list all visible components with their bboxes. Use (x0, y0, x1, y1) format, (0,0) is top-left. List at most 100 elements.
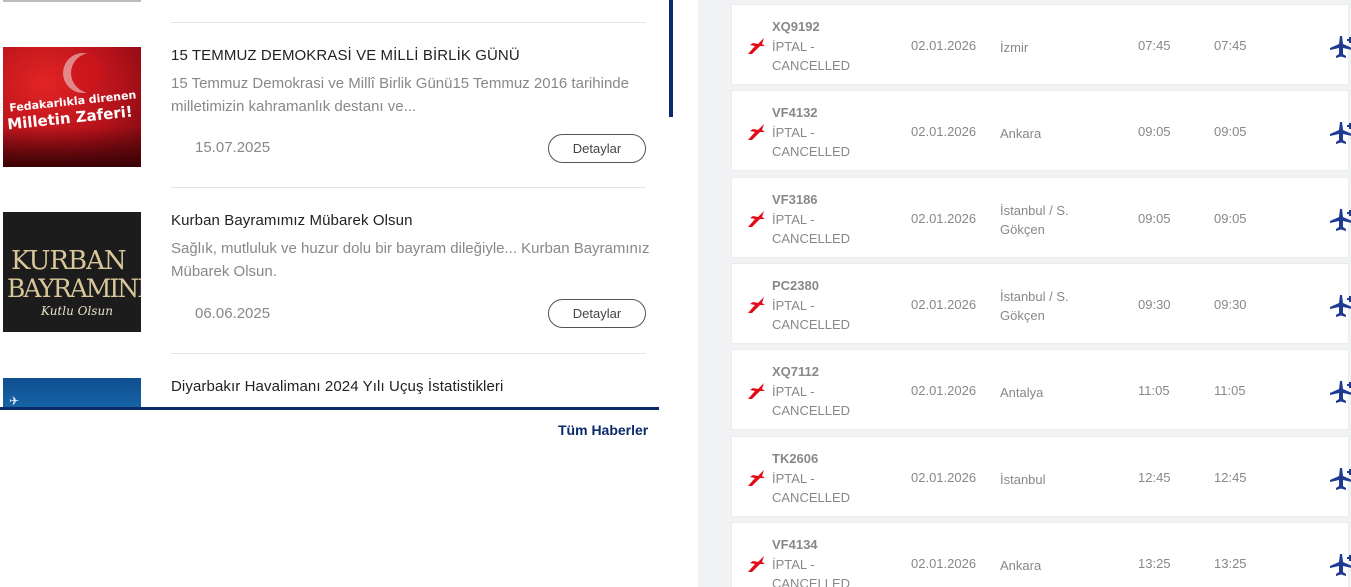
flight-row[interactable]: TK2606 İPTAL - CANCELLED 02.01.2026 İsta… (731, 436, 1351, 517)
thumbnail-caption-line3: Kutlu Olsun (41, 304, 113, 318)
flight-scheduled-time: 09:05 (1138, 124, 1171, 139)
news-separator (171, 187, 646, 188)
flight-status-en: CANCELLED (772, 317, 851, 332)
flight-code: XQ7112 (772, 364, 819, 379)
flag-crescent-graphic (63, 53, 103, 93)
flight-scheduled-time: 09:05 (1138, 211, 1171, 226)
thumbnail-caption-line2: BAYRAMINIZ (7, 274, 141, 303)
flight-city: Ankara (1000, 124, 1090, 143)
flight-scheduled-time: 12:45 (1138, 470, 1171, 485)
news-title[interactable]: Diyarbakır Havalimanı 2024 Yılı Uçuş İst… (171, 378, 503, 395)
flight-scheduled-time: 07:45 (1138, 38, 1171, 53)
flight-date: 02.01.2026 (911, 556, 977, 571)
news-excerpt: 15 Temmuz Demokrasi ve Millî Birlik Günü… (171, 75, 629, 115)
news-thumbnail[interactable]: KURBAN BAYRAMINIZ Kutlu Olsun (3, 212, 141, 332)
airline-tail-logo-icon (748, 383, 765, 399)
flight-status-tr: İPTAL - (772, 557, 815, 572)
flight-status-tr: İPTAL - (772, 39, 815, 54)
flight-city-line1: İstanbul (1000, 472, 1046, 487)
flight-row[interactable]: XQ7112 İPTAL - CANCELLED 02.01.2026 Anta… (731, 349, 1351, 430)
news-thumbnail[interactable]: ✈ (3, 378, 141, 409)
airline-tail-logo-icon (748, 470, 765, 486)
flight-status-en: CANCELLED (772, 144, 851, 159)
flight-estimated-time: 09:30 (1214, 297, 1247, 312)
flight-estimated-time: 11:05 (1214, 383, 1246, 398)
flight-city-line2: Gökçen (1000, 222, 1045, 237)
flights-panel: XQ9192 İPTAL - CANCELLED 02.01.2026 İzmi… (675, 0, 1351, 587)
flight-date: 02.01.2026 (911, 297, 977, 312)
flight-status-en: CANCELLED (772, 231, 851, 246)
flight-city-line1: İstanbul / S. (1000, 289, 1069, 304)
news-thumbnail[interactable]: Fedakarlıkla direnen Milletin Zaferi! (3, 47, 141, 167)
departing-plane-icon[interactable] (1326, 292, 1351, 320)
flight-city: Antalya (1000, 383, 1090, 402)
news-panel: Fedakarlıkla direnen Milletin Zaferi! 15… (0, 0, 675, 587)
departing-plane-icon[interactable] (1326, 551, 1351, 579)
flight-status-en: CANCELLED (772, 58, 851, 73)
flight-city: İstanbul / S. Gökçen (1000, 201, 1090, 239)
departing-plane-icon[interactable] (1326, 119, 1351, 147)
flight-status-tr: İPTAL - (772, 125, 815, 140)
departing-plane-icon[interactable] (1326, 465, 1351, 493)
airline-tail-logo-icon (748, 297, 765, 313)
airplane-icon: ✈ (9, 394, 20, 408)
flight-date: 02.01.2026 (911, 38, 977, 53)
flight-row[interactable]: VF3186 İPTAL - CANCELLED 02.01.2026 İsta… (731, 177, 1351, 258)
news-date: 15.07.2025 (195, 139, 271, 156)
flight-estimated-time: 13:25 (1214, 556, 1247, 571)
flight-scheduled-time: 11:05 (1138, 383, 1170, 398)
news-divider (0, 407, 659, 410)
flight-code: VF3186 (772, 192, 818, 207)
departing-plane-icon[interactable] (1326, 206, 1351, 234)
flight-row[interactable]: XQ9192 İPTAL - CANCELLED 02.01.2026 İzmi… (731, 4, 1351, 85)
news-list[interactable]: Fedakarlıkla direnen Milletin Zaferi! 15… (0, 0, 672, 410)
crowd-silhouette-graphic (3, 127, 141, 167)
flight-estimated-time: 09:05 (1214, 124, 1247, 139)
flights-list[interactable]: XQ9192 İPTAL - CANCELLED 02.01.2026 İzmi… (698, 0, 1351, 587)
flight-city: Ankara (1000, 556, 1090, 575)
flight-city-line1: Ankara (1000, 126, 1042, 141)
details-button[interactable]: Detaylar (548, 134, 646, 163)
flight-date: 02.01.2026 (911, 211, 977, 226)
flight-code: PC2380 (772, 278, 819, 293)
flight-row[interactable]: VF4134 İPTAL - CANCELLED 02.01.2026 Anka… (731, 522, 1351, 587)
flight-row[interactable]: PC2380 İPTAL - CANCELLED 02.01.2026 İsta… (731, 263, 1351, 344)
flight-code: TK2606 (772, 451, 819, 466)
departing-plane-icon[interactable] (1326, 33, 1351, 61)
news-separator (171, 22, 646, 23)
previous-news-thumbnail-edge (3, 0, 141, 2)
news-excerpt: Sağlık, mutluluk ve huzur dolu bir bayra… (171, 240, 650, 280)
news-scrollbar-thumb[interactable] (669, 0, 673, 117)
news-date: 06.06.2025 (195, 305, 271, 322)
flight-status-tr: İPTAL - (772, 384, 815, 399)
flight-city-line2: Gökçen (1000, 308, 1045, 323)
airline-tail-logo-icon (748, 556, 765, 572)
flight-city-line1: Ankara (1000, 558, 1042, 573)
flight-date: 02.01.2026 (911, 124, 977, 139)
flight-city: İzmir (1000, 38, 1090, 57)
flight-status-tr: İPTAL - (772, 471, 815, 486)
flight-row[interactable]: VF4132 İPTAL - CANCELLED 02.01.2026 Anka… (731, 90, 1351, 171)
flight-date: 02.01.2026 (911, 470, 977, 485)
flight-city-line1: İstanbul / S. (1000, 203, 1069, 218)
flight-code: XQ9192 (772, 19, 820, 34)
news-separator (171, 353, 646, 354)
airline-tail-logo-icon (748, 38, 765, 54)
departing-plane-icon[interactable] (1326, 378, 1351, 406)
flight-city: İstanbul (1000, 470, 1090, 489)
flight-status-tr: İPTAL - (772, 212, 815, 227)
flight-scheduled-time: 09:30 (1138, 297, 1171, 312)
flight-estimated-time: 07:45 (1214, 38, 1247, 53)
flight-scheduled-time: 13:25 (1138, 556, 1171, 571)
flight-status-en: CANCELLED (772, 403, 851, 418)
flight-code: VF4132 (772, 105, 818, 120)
flight-date: 02.01.2026 (911, 383, 977, 398)
flight-code: VF4134 (772, 537, 818, 552)
news-title[interactable]: Kurban Bayramımız Mübarek Olsun (171, 212, 413, 229)
flight-city: İstanbul / S. Gökçen (1000, 287, 1090, 325)
all-news-link[interactable]: Tüm Haberler (558, 422, 648, 438)
flight-city-line1: Antalya (1000, 385, 1044, 400)
details-button[interactable]: Detaylar (548, 299, 646, 328)
flight-city-line1: İzmir (1000, 40, 1029, 55)
news-title[interactable]: 15 TEMMUZ DEMOKRASİ VE MİLLİ BİRLİK GÜNÜ (171, 47, 520, 64)
